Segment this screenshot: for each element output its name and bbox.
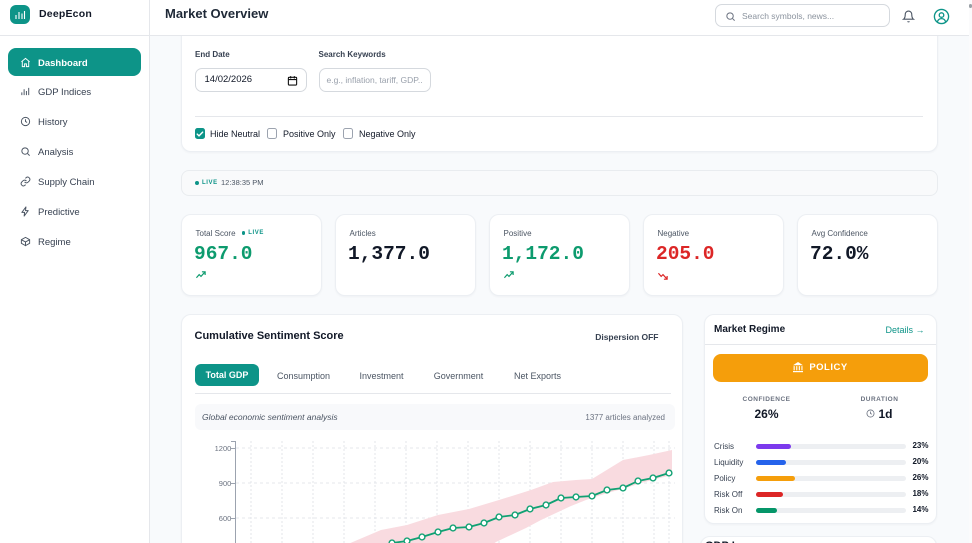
svg-text:600: 600 [219,514,232,523]
svg-text:1200: 1200 [215,444,232,453]
svg-text:900: 900 [219,479,232,488]
